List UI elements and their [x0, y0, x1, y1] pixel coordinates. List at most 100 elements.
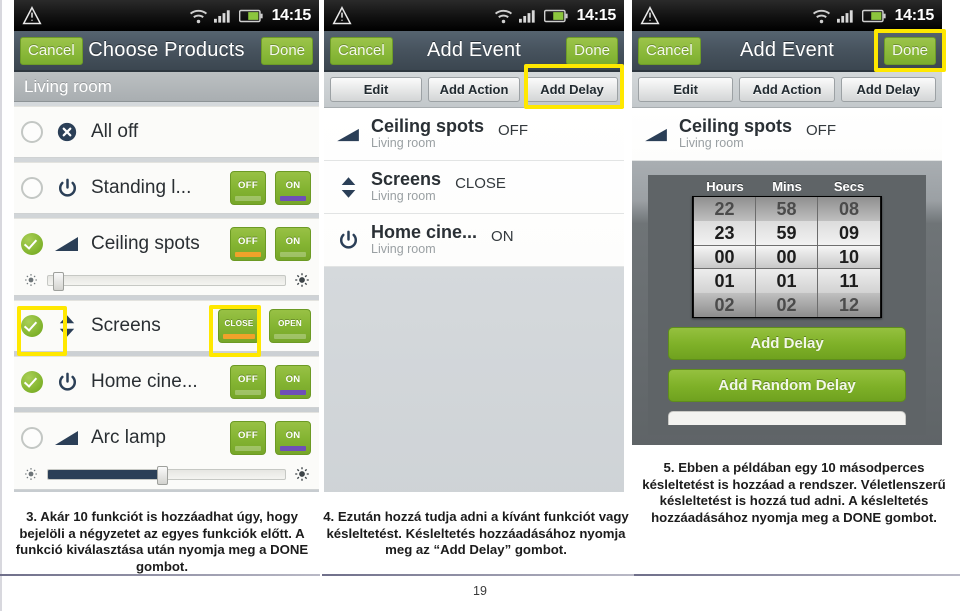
- empty-list-area-2: [324, 267, 624, 492]
- page-root: 14:15 Cancel Choose Products Done Living…: [0, 0, 960, 611]
- status-right-icons: 14:15: [812, 7, 934, 25]
- wheel-cell[interactable]: 02: [756, 293, 817, 317]
- row-checkbox[interactable]: [21, 371, 43, 393]
- x-circle-icon: [52, 119, 82, 145]
- add-delay-confirm-button[interactable]: Add Delay: [668, 327, 906, 360]
- off-button[interactable]: OFF: [230, 227, 266, 261]
- event-name: Ceiling spots: [371, 116, 485, 137]
- list-item[interactable]: Ceiling spots OFF ON: [14, 218, 319, 296]
- event-row[interactable]: Ceiling spots Living room OFF: [324, 108, 624, 161]
- status-clock: 14:15: [271, 6, 312, 24]
- event-room: Living room: [371, 241, 436, 256]
- event-row[interactable]: Home cine... Living room ON: [324, 214, 624, 267]
- up-down-icon: [333, 176, 363, 199]
- add-action-button-3[interactable]: Add Action: [739, 77, 835, 102]
- wheel-cell[interactable]: 58: [756, 197, 817, 221]
- sun-small-icon: [25, 468, 37, 480]
- action-bar-3: Edit Add Action Add Delay: [632, 72, 942, 108]
- list-item[interactable]: Home cine... OFF ON: [14, 356, 319, 408]
- wifi-icon: [494, 9, 512, 23]
- mins-wheel[interactable]: 58 59 00 01 02: [756, 197, 818, 317]
- wheel-cell[interactable]: 22: [694, 197, 755, 221]
- wheel-cell[interactable]: 08: [818, 197, 880, 221]
- done-button-2[interactable]: Done: [566, 36, 618, 65]
- cancel-button-2[interactable]: Cancel: [330, 36, 393, 65]
- wheel-cell-selected[interactable]: 00: [694, 245, 755, 269]
- list-item[interactable]: Screens CLOSE OPEN: [14, 300, 319, 352]
- add-delay-button-2[interactable]: Add Delay: [526, 77, 618, 102]
- event-row[interactable]: Screens Living room CLOSE: [324, 161, 624, 214]
- wheel-cell[interactable]: 02: [694, 293, 755, 317]
- status-left-icons: [22, 5, 42, 26]
- title-bar-1: Cancel Choose Products Done: [14, 31, 319, 72]
- on-button[interactable]: ON: [275, 365, 311, 399]
- row-checkbox[interactable]: [21, 177, 43, 199]
- brightness-slider-row[interactable]: [14, 463, 319, 489]
- brightness-slider-row[interactable]: [14, 269, 319, 295]
- cancel-button-3[interactable]: Cancel: [638, 36, 701, 65]
- off-button[interactable]: OFF: [230, 421, 266, 455]
- wheel-cell[interactable]: 11: [818, 269, 880, 293]
- edit-button-2[interactable]: Edit: [330, 77, 422, 102]
- next-button-partial[interactable]: [668, 411, 906, 425]
- signal-icon: [213, 10, 230, 23]
- delay-wheels[interactable]: 22 23 00 01 02 58 59 00 01 02 08 09 10 1…: [692, 196, 882, 318]
- power-icon: [52, 175, 82, 201]
- done-button-1[interactable]: Done: [261, 36, 313, 65]
- page-number: 19: [473, 584, 487, 598]
- add-random-delay-button[interactable]: Add Random Delay: [668, 369, 906, 402]
- power-icon: [333, 229, 363, 252]
- add-delay-button-3[interactable]: Add Delay: [840, 77, 936, 102]
- row-checkbox[interactable]: [21, 233, 43, 255]
- wheel-cell-selected[interactable]: 00: [756, 245, 817, 269]
- dimmer-icon: [641, 126, 671, 143]
- phone-panel-add-delay: 14:15 Cancel Add Event Done Edit Add Act…: [632, 0, 942, 470]
- event-row[interactable]: Ceiling spots Living room OFF: [632, 108, 942, 161]
- indicator-bar: [235, 390, 261, 395]
- row-checkbox[interactable]: [21, 121, 43, 143]
- slider-track[interactable]: [47, 271, 286, 291]
- slider-track[interactable]: [47, 465, 286, 485]
- wheel-cell[interactable]: 12: [818, 293, 880, 317]
- power-icon: [52, 369, 82, 395]
- wheel-cell[interactable]: 01: [756, 269, 817, 293]
- edit-button-3[interactable]: Edit: [638, 77, 734, 102]
- wheel-cell[interactable]: 59: [756, 221, 817, 245]
- on-button-label: ON: [285, 180, 301, 191]
- row-label: Home cine...: [91, 371, 198, 392]
- add-action-button-2[interactable]: Add Action: [428, 77, 520, 102]
- row-checkbox[interactable]: [21, 315, 43, 337]
- event-state: OFF: [498, 122, 529, 139]
- wheel-cell-selected[interactable]: 10: [818, 245, 880, 269]
- cancel-button-1[interactable]: Cancel: [20, 36, 83, 65]
- list-item[interactable]: Standing l... OFF ON: [14, 162, 319, 214]
- on-button[interactable]: ON: [275, 421, 311, 455]
- hours-wheel[interactable]: 22 23 00 01 02: [694, 197, 756, 317]
- on-button-label: ON: [285, 430, 301, 441]
- off-button[interactable]: OFF: [230, 365, 266, 399]
- on-button-label: ON: [285, 374, 301, 385]
- close-button[interactable]: CLOSE: [218, 309, 260, 343]
- on-button[interactable]: ON: [275, 171, 311, 205]
- row-label: Standing l...: [91, 177, 192, 198]
- done-button-3[interactable]: Done: [884, 36, 936, 65]
- alert-icon: [332, 5, 352, 24]
- wheel-cell[interactable]: 23: [694, 221, 755, 245]
- row-checkbox[interactable]: [21, 427, 43, 449]
- list-item[interactable]: All off: [14, 106, 319, 158]
- slider-knob[interactable]: [157, 465, 169, 485]
- battery-icon: [543, 9, 568, 22]
- on-button[interactable]: ON: [275, 227, 311, 261]
- list-item[interactable]: Arc lamp OFF ON: [14, 412, 319, 490]
- off-button[interactable]: OFF: [230, 171, 266, 205]
- open-button[interactable]: OPEN: [269, 309, 311, 343]
- secs-wheel[interactable]: 08 09 10 11 12: [818, 197, 880, 317]
- wheel-cell[interactable]: 01: [694, 269, 755, 293]
- slider-knob[interactable]: [52, 271, 64, 291]
- event-name: Ceiling spots: [679, 116, 793, 137]
- indicator-bar: [223, 334, 255, 339]
- delay-picker-inner: Hours Mins Secs 22 23 00 01 02 58 59 00 …: [648, 175, 926, 435]
- row-label: Arc lamp: [91, 427, 166, 448]
- off-button-label: OFF: [238, 236, 258, 247]
- wheel-cell[interactable]: 09: [818, 221, 880, 245]
